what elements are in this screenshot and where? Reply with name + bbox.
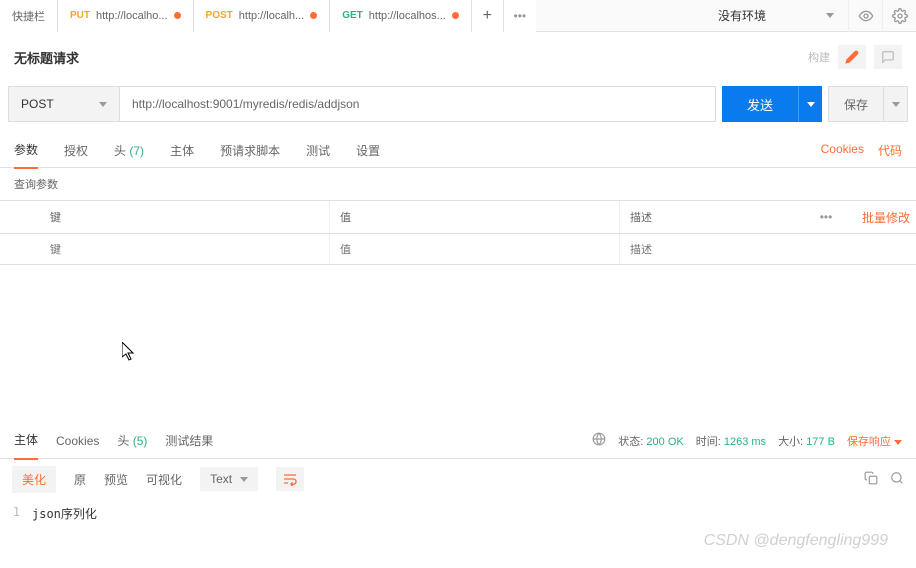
chevron-down-icon	[826, 13, 834, 18]
request-tab-2[interactable]: GET http://localhos...	[330, 0, 472, 32]
response-line: json序列化	[32, 505, 97, 522]
wrap-lines-button[interactable]	[276, 467, 304, 491]
tab-overflow-button[interactable]: •••	[504, 0, 536, 32]
request-tabs: 参数 授权 头 (7) 主体 预请求脚本 测试 设置 Cookies 代码	[0, 134, 916, 168]
chevron-down-icon	[807, 102, 815, 107]
environment-select[interactable]: 没有环境	[704, 0, 848, 32]
quickbar-tab[interactable]: 快捷栏	[0, 0, 58, 32]
resp-tab-headers-label: 头	[117, 434, 129, 448]
tab-settings[interactable]: 设置	[356, 133, 380, 168]
format-dropdown[interactable]: Text	[200, 467, 258, 491]
send-dropdown[interactable]	[798, 86, 822, 122]
resp-tab-tests[interactable]: 测试结果	[165, 422, 213, 459]
search-button[interactable]	[890, 471, 904, 488]
edit-button[interactable]	[838, 45, 866, 69]
request-tab-0[interactable]: PUT http://localho...	[58, 0, 194, 32]
col-header-description: 描述	[620, 201, 796, 233]
build-label[interactable]: 构建	[808, 49, 830, 65]
chevron-down-icon	[894, 440, 902, 445]
chevron-down-icon	[240, 477, 248, 482]
tab-params[interactable]: 参数	[14, 132, 38, 169]
col-header-value: 值	[330, 201, 620, 233]
view-visualize[interactable]: 可视化	[146, 471, 182, 488]
view-raw[interactable]: 原	[74, 471, 86, 488]
resp-tab-headers[interactable]: 头 (5)	[117, 422, 147, 459]
view-preview[interactable]: 预览	[104, 471, 128, 488]
save-response-dropdown[interactable]: 保存响应	[847, 433, 902, 449]
unsaved-dot-icon	[452, 12, 459, 19]
unsaved-dot-icon	[310, 12, 317, 19]
method-badge: POST	[206, 10, 233, 21]
environment-label: 没有环境	[718, 7, 766, 24]
bulk-edit-link[interactable]: 批量修改	[862, 209, 910, 226]
send-button[interactable]: 发送	[722, 86, 798, 122]
params-row	[0, 234, 916, 265]
url-bar: POST 发送 保存	[0, 72, 916, 134]
view-pretty[interactable]: 美化	[12, 466, 56, 493]
param-key-input[interactable]	[50, 244, 319, 256]
param-description-input[interactable]	[630, 244, 906, 256]
chevron-down-icon	[892, 102, 900, 107]
tab-url-label: http://localh...	[239, 10, 304, 22]
environment-quicklook-button[interactable]	[848, 0, 882, 32]
copy-button[interactable]	[864, 471, 878, 488]
time-value: 1263 ms	[724, 436, 766, 448]
status-label: 状态:	[618, 436, 643, 448]
tab-url-label: http://localho...	[96, 10, 168, 22]
resp-tab-cookies[interactable]: Cookies	[56, 424, 99, 458]
method-badge: GET	[342, 10, 363, 21]
column-options-button[interactable]: •••	[796, 201, 856, 233]
method-badge: PUT	[70, 10, 90, 21]
response-toolbar: 美化 原 预览 可视化 Text	[0, 459, 916, 499]
tab-authorization[interactable]: 授权	[64, 133, 88, 168]
resp-tab-body[interactable]: 主体	[14, 421, 38, 460]
request-title: 无标题请求	[14, 48, 79, 67]
response-tabs: 主体 Cookies 头 (5) 测试结果 状态: 200 OK 时间: 126…	[0, 423, 916, 459]
request-tab-1[interactable]: POST http://localh...	[194, 0, 331, 32]
tab-headers-label: 头	[114, 144, 126, 158]
method-dropdown[interactable]: POST	[8, 86, 120, 122]
tab-headers[interactable]: 头 (7)	[114, 133, 144, 168]
size-label: 大小:	[778, 436, 803, 448]
top-tab-bar: 快捷栏 PUT http://localho... POST http://lo…	[0, 0, 916, 32]
method-value: POST	[21, 97, 54, 111]
quickbar-label: 快捷栏	[12, 8, 45, 24]
comment-button[interactable]	[874, 45, 902, 69]
request-title-row: 无标题请求 构建	[0, 32, 916, 72]
network-icon[interactable]	[592, 432, 606, 449]
query-params-label: 查询参数	[0, 168, 916, 200]
cookies-link[interactable]: Cookies	[821, 142, 864, 159]
save-button[interactable]: 保存	[828, 86, 884, 122]
tab-prerequest[interactable]: 预请求脚本	[220, 133, 280, 168]
cursor-icon	[122, 342, 138, 362]
size-value: 177 B	[806, 436, 835, 448]
tab-headers-count: (7)	[129, 144, 144, 158]
code-link[interactable]: 代码	[878, 142, 902, 159]
tab-tests[interactable]: 测试	[306, 133, 330, 168]
status-value: 200 OK	[646, 436, 683, 448]
tab-body[interactable]: 主体	[170, 133, 194, 168]
param-value-input[interactable]	[340, 244, 609, 256]
format-value: Text	[210, 472, 232, 486]
save-dropdown[interactable]	[884, 86, 908, 122]
chevron-down-icon	[99, 102, 107, 107]
line-number: 1	[12, 505, 32, 522]
unsaved-dot-icon	[174, 12, 181, 19]
time-label: 时间:	[696, 436, 721, 448]
settings-button[interactable]	[882, 0, 916, 32]
response-section: 主体 Cookies 头 (5) 测试结果 状态: 200 OK 时间: 126…	[0, 423, 916, 568]
params-table-header: 键 值 描述 ••• 批量修改	[0, 200, 916, 234]
tab-url-label: http://localhos...	[369, 10, 446, 22]
resp-tab-headers-count: (5)	[133, 434, 148, 448]
url-input[interactable]	[120, 86, 716, 122]
response-body[interactable]: 1 json序列化	[0, 499, 916, 528]
new-tab-button[interactable]: +	[472, 0, 504, 32]
col-header-key: 键	[40, 201, 330, 233]
